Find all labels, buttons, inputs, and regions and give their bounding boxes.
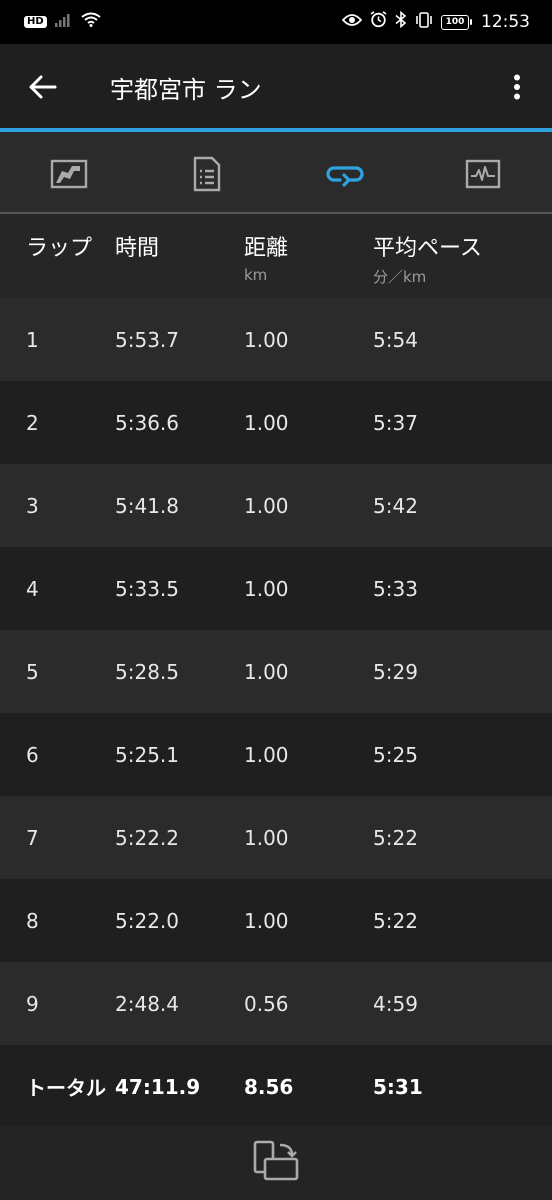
tab-details[interactable] (138, 132, 276, 216)
header-pace-label: 平均ペース (373, 236, 482, 261)
cell-distance: 1.00 (244, 576, 289, 601)
header-pace-unit: 分／km (373, 268, 427, 286)
cell-time: 5:53.7 (115, 327, 179, 352)
cell-lap: 3 (26, 493, 39, 518)
total-distance: 8.56 (244, 1074, 294, 1099)
lap-table-header: ラップ 時間 距離 km 平均ペース 分／km (0, 214, 552, 298)
table-row[interactable]: 3 5:41.8 1.00 5:42 (0, 464, 552, 547)
cell-lap: 4 (26, 576, 39, 601)
tab-laps[interactable] (276, 132, 414, 216)
laps-icon (326, 166, 364, 187)
cell-time: 5:28.5 (115, 659, 179, 684)
cell-pace: 5:29 (373, 659, 418, 684)
cell-distance: 1.00 (244, 327, 289, 352)
back-button[interactable] (0, 44, 86, 130)
status-time: 12:53 (481, 12, 530, 32)
header-distance-unit: km (244, 266, 268, 284)
cell-time: 5:41.8 (115, 493, 179, 518)
cell-distance: 1.00 (244, 908, 289, 933)
cell-pace: 5:33 (373, 576, 418, 601)
cell-pace: 5:22 (373, 908, 418, 933)
details-icon (193, 156, 221, 192)
tab-bar (0, 132, 552, 216)
header-pace: 平均ペース 分／km (373, 230, 482, 287)
table-row[interactable]: 1 5:53.7 1.00 5:54 (0, 298, 552, 381)
vibrate-icon (415, 11, 433, 33)
header-distance-label: 距離 (244, 236, 289, 261)
wifi-icon (81, 12, 101, 32)
cell-distance: 1.00 (244, 742, 289, 767)
status-left: HD (24, 12, 101, 32)
tab-chart[interactable] (414, 132, 552, 216)
status-right: 100 12:53 (341, 10, 530, 33)
page-title: 宇都宮市 ラン (110, 75, 262, 104)
header-time: 時間 (115, 236, 160, 261)
cell-pace: 5:22 (373, 825, 418, 850)
more-options-button[interactable] (482, 44, 552, 130)
more-vertical-icon (514, 74, 520, 100)
cell-distance: 1.00 (244, 659, 289, 684)
table-row[interactable]: 5 5:28.5 1.00 5:29 (0, 630, 552, 713)
header-lap: ラップ (26, 236, 93, 261)
cell-pace: 5:37 (373, 410, 418, 435)
hd-badge: HD (24, 16, 47, 28)
cell-lap: 8 (26, 908, 39, 933)
bottom-bar (0, 1126, 552, 1200)
cell-pace: 4:59 (373, 991, 418, 1016)
cell-distance: 1.00 (244, 410, 289, 435)
cell-time: 5:22.0 (115, 908, 179, 933)
battery-icon: 100 (441, 14, 472, 30)
total-time: 47:11.9 (115, 1074, 201, 1099)
app-bar: 宇都宮市 ラン (0, 44, 552, 130)
total-pace: 5:31 (373, 1074, 423, 1099)
table-row[interactable]: 6 5:25.1 1.00 5:25 (0, 713, 552, 796)
cell-lap: 7 (26, 825, 39, 850)
header-distance: 距離 km (244, 230, 288, 284)
cell-lap: 2 (26, 410, 39, 435)
cell-time: 2:48.4 (115, 991, 179, 1016)
cell-lap: 1 (26, 327, 39, 352)
total-row: トータル 47:11.9 8.56 5:31 (0, 1045, 552, 1128)
signal-icon (54, 12, 73, 32)
cell-time: 5:25.1 (115, 742, 179, 767)
lap-table-body: 1 5:53.7 1.00 5:54 2 5:36.6 1.00 5:37 3 … (0, 298, 552, 1128)
eye-icon (341, 12, 363, 32)
table-row[interactable]: 7 5:22.2 1.00 5:22 (0, 796, 552, 879)
cell-time: 5:33.5 (115, 576, 179, 601)
tab-map[interactable] (0, 132, 138, 216)
status-bar: HD 100 12:53 (0, 0, 552, 44)
table-row[interactable]: 2 5:36.6 1.00 5:37 (0, 381, 552, 464)
rotate-screen-icon (253, 1140, 299, 1181)
alarm-icon (370, 11, 387, 33)
cell-pace: 5:25 (373, 742, 418, 767)
cell-lap: 9 (26, 991, 39, 1016)
arrow-left-icon (29, 75, 57, 99)
table-row[interactable]: 9 2:48.4 0.56 4:59 (0, 962, 552, 1045)
cell-distance: 0.56 (244, 991, 289, 1016)
rotate-screen-button[interactable] (252, 1139, 300, 1187)
total-label: トータル (26, 1076, 106, 1100)
table-row[interactable]: 4 5:33.5 1.00 5:33 (0, 547, 552, 630)
map-icon (50, 159, 88, 189)
cell-distance: 1.00 (244, 493, 289, 518)
cell-lap: 6 (26, 742, 39, 767)
table-row[interactable]: 8 5:22.0 1.00 5:22 (0, 879, 552, 962)
cell-lap: 5 (26, 659, 39, 684)
cell-pace: 5:54 (373, 327, 418, 352)
cell-time: 5:22.2 (115, 825, 179, 850)
bluetooth-icon (395, 10, 407, 33)
cell-distance: 1.00 (244, 825, 289, 850)
cell-time: 5:36.6 (115, 410, 179, 435)
chart-icon (465, 159, 501, 189)
cell-pace: 5:42 (373, 493, 418, 518)
